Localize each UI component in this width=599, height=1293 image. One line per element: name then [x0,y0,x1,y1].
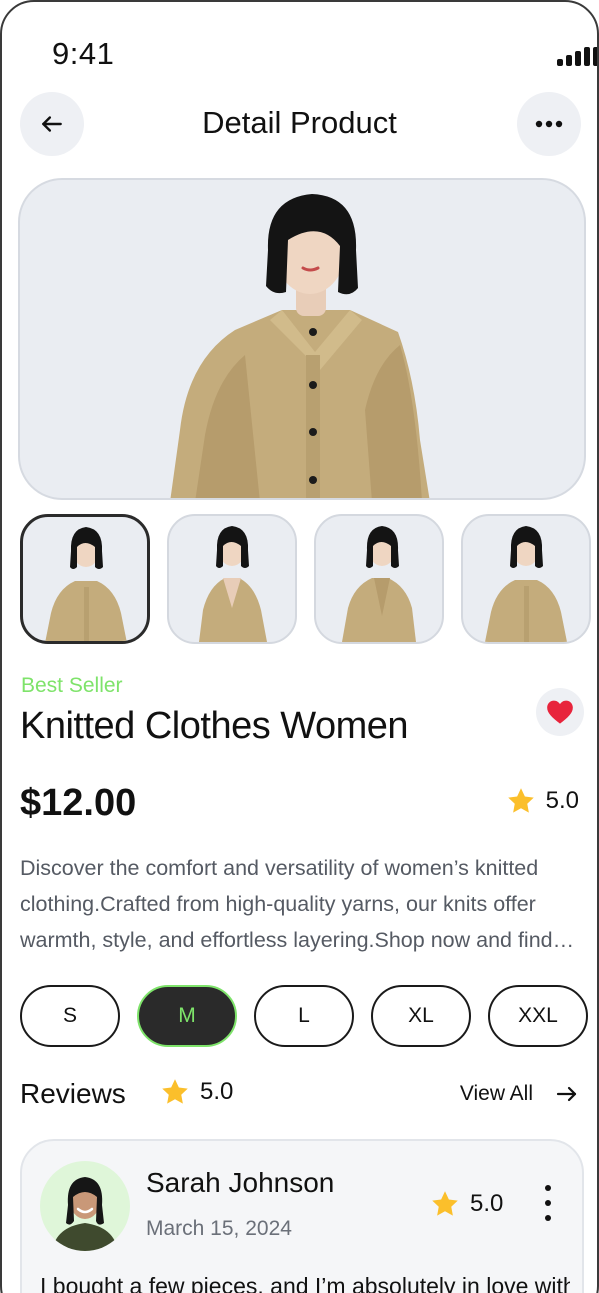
thumbnail-gallery [20,514,591,644]
product-rating-value: 5.0 [545,787,579,814]
thumbnail-2[interactable] [167,514,297,644]
size-selector: S M L XL XXL [20,985,588,1047]
size-option-xl[interactable]: XL [371,985,471,1047]
reviews-title: Reviews [20,1078,126,1109]
thumbnail-1[interactable] [20,514,150,644]
review-rating: 5.0 [430,1189,503,1219]
thumbnail-4[interactable] [461,514,591,644]
model-thumbnail [45,527,127,641]
thumbnail-3[interactable] [314,514,444,644]
ellipsis-icon [535,120,563,128]
size-option-m[interactable]: M [137,985,237,1047]
reviews-rating-value: 5.0 [200,1078,234,1105]
star-icon [162,1079,188,1104]
product-main-image [18,178,586,500]
model-illustration [170,194,430,498]
model-thumbnail [199,526,267,642]
product-description: Discover the comfort and versatility of … [20,856,553,952]
star-icon [507,788,534,813]
review-date: March 15, 2024 [146,1217,292,1240]
reviews-rating: 5.0 [160,1077,233,1107]
review-text: I bought a few pieces, and I’m absolutel… [40,1273,570,1293]
best-seller-badge: Best Seller [21,674,123,697]
favorite-button[interactable] [536,688,584,736]
size-option-s[interactable]: S [20,985,120,1047]
product-price: $12.00 [20,782,137,824]
view-all-label: View All [459,1082,533,1105]
star-icon [432,1191,458,1216]
review-card: Sarah Johnson March 15, 2024 5.0 I bough… [20,1139,584,1293]
status-time: 9:41 [52,36,115,71]
size-option-l[interactable]: L [254,985,354,1047]
model-thumbnail [342,526,416,642]
review-menu-button[interactable] [538,1185,558,1221]
review-rating-value: 5.0 [470,1190,504,1217]
page-title: Detail Product [202,105,397,140]
more-options-button[interactable] [517,92,581,156]
phone-frame: 9:41 Detail Product Best Seller Knitted … [0,0,599,1293]
arrow-right-icon [556,1086,577,1102]
signal-icon [557,46,597,66]
product-rating: 5.0 [506,786,579,816]
kebab-icon [545,1185,551,1191]
view-all-link[interactable]: View All [460,1082,579,1106]
reviewer-name: Sarah Johnson [146,1167,335,1198]
model-thumbnail [485,526,567,642]
size-option-xxl[interactable]: XXL [488,985,588,1047]
reviewer-avatar [40,1161,130,1251]
product-name: Knitted Clothes Women [20,705,409,747]
heart-icon [547,700,573,724]
